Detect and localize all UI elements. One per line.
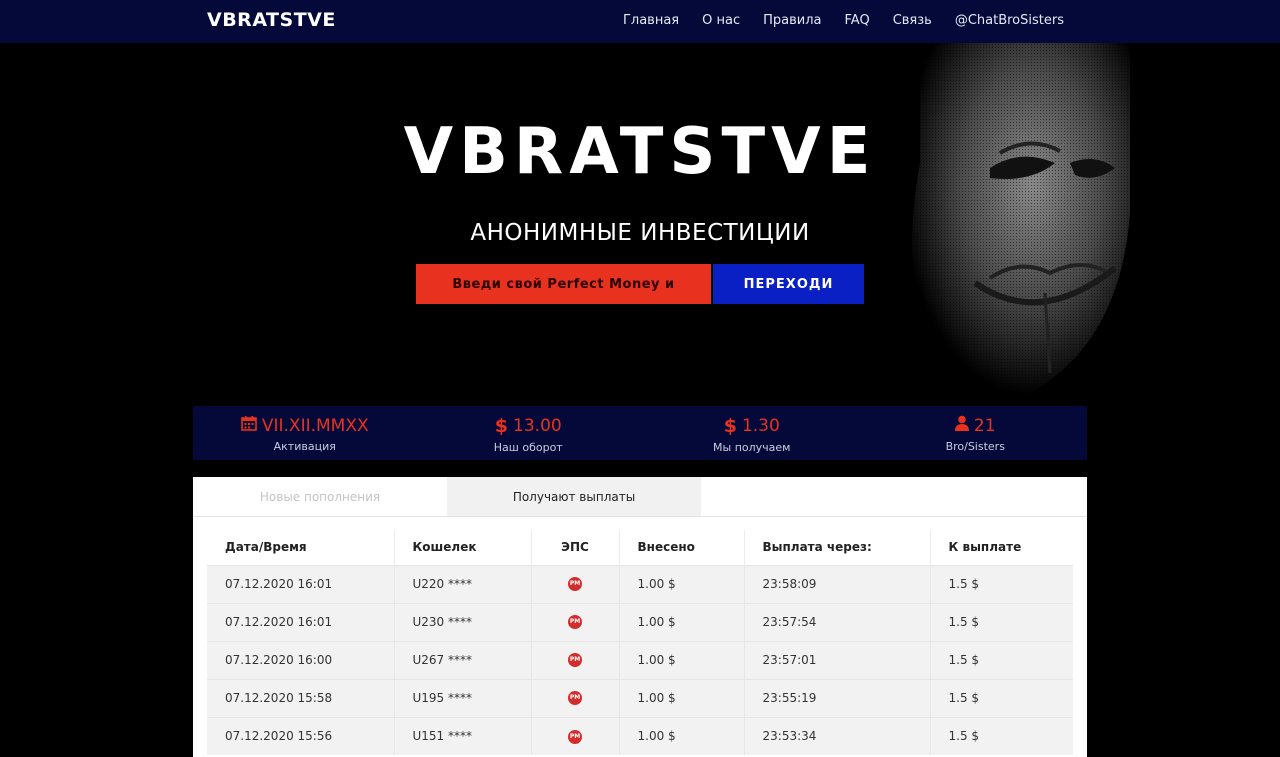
stat-value: 21: [973, 415, 996, 436]
nav-link-home[interactable]: Главная: [623, 13, 679, 28]
tab-bar: Новые пополнения Получают выплаты: [193, 477, 1087, 517]
cell-wallet: U151 ****: [394, 716, 532, 755]
cell-datetime: 07.12.2020 16:00: [207, 640, 395, 679]
stat-label: Наш оборот: [493, 441, 563, 454]
user-icon: [954, 415, 969, 436]
go-button[interactable]: ПЕРЕХОДИ: [713, 264, 864, 304]
perfect-money-icon: PM: [568, 653, 582, 668]
payouts-table: Дата/Время Кошелек ЭПС Внесено Выплата ч…: [207, 530, 1073, 755]
dollar-icon: $: [723, 415, 737, 437]
cell-datetime: 07.12.2020 16:01: [207, 564, 395, 603]
cell-eps: PM: [531, 564, 620, 603]
tab-payouts[interactable]: Получают выплаты: [447, 477, 701, 516]
perfect-money-icon: PM: [568, 691, 582, 706]
col-eps: ЭПС: [531, 530, 620, 565]
table-header-row: Дата/Время Кошелек ЭПС Внесено Выплата ч…: [207, 530, 1073, 565]
stat-value: VII.XII.MMXX: [261, 415, 369, 436]
cell-datetime: 07.12.2020 16:01: [207, 602, 395, 641]
hero-subtitle: АНОНИМНЫЕ ИНВЕСТИЦИИ: [470, 220, 810, 246]
table-row: 07.12.2020 15:58 U195 **** PM 1.00 $ 23:…: [207, 678, 1073, 717]
stat-members: 21 Bro/Sisters: [864, 406, 1088, 460]
stat-label: Мы получаем: [713, 441, 791, 454]
stats-bar: VII.XII.MMXX Активация $ 13.00 Наш оборо…: [193, 406, 1087, 460]
tab-new-deposits[interactable]: Новые пополнения: [193, 477, 447, 516]
cell-payout-in: 23:57:54: [744, 602, 931, 641]
cell-eps: PM: [531, 678, 620, 717]
stat-received: $ 1.30 Мы получаем: [640, 406, 864, 460]
col-datetime: Дата/Время: [207, 530, 395, 565]
cell-deposited: 1.00 $: [619, 602, 745, 641]
cell-deposited: 1.00 $: [619, 678, 745, 717]
transactions-panel: Новые пополнения Получают выплаты Дата/В…: [193, 477, 1087, 757]
col-deposited: Внесено: [619, 530, 745, 565]
table-row: 07.12.2020 15:56 U151 **** PM 1.00 $ 23:…: [207, 716, 1073, 755]
cell-to-pay: 1.5 $: [930, 640, 1073, 679]
cell-deposited: 1.00 $: [619, 716, 745, 755]
nav-link-rules[interactable]: Правила: [763, 13, 821, 28]
cell-payout-in: 23:58:09: [744, 564, 931, 603]
cell-eps: PM: [531, 716, 620, 755]
nav-link-about[interactable]: О нас: [702, 13, 740, 28]
dollar-icon: $: [494, 415, 509, 437]
top-navbar: VBRATSTVE Главная О нас Правила FAQ Связ…: [0, 0, 1280, 43]
col-payout-in: Выплата через:: [744, 530, 931, 565]
cell-payout-in: 23:55:19: [744, 678, 931, 717]
perfect-money-input[interactable]: [416, 264, 711, 304]
calendar-icon: [241, 415, 257, 436]
cell-eps: PM: [531, 602, 620, 641]
cell-payout-in: 23:53:34: [744, 716, 931, 755]
cell-deposited: 1.00 $: [619, 564, 745, 603]
perfect-money-icon: PM: [568, 577, 582, 592]
cell-datetime: 07.12.2020 15:56: [207, 716, 395, 755]
stat-value: 13.00: [513, 416, 562, 436]
stat-label: Активация: [273, 440, 336, 453]
perfect-money-icon: PM: [568, 615, 582, 630]
cell-to-pay: 1.5 $: [930, 716, 1073, 755]
stat-activation: VII.XII.MMXX Активация: [193, 406, 417, 460]
col-to-pay: К выплате: [948, 540, 1022, 555]
brand-logo[interactable]: VBRATSTVE: [207, 9, 336, 31]
perfect-money-icon: PM: [568, 729, 582, 744]
cell-to-pay: 1.5 $: [930, 602, 1073, 641]
cell-wallet: U220 ****: [394, 564, 532, 603]
nav-link-chat[interactable]: @ChatBroSisters: [955, 13, 1064, 28]
table-row: 07.12.2020 16:01 U220 **** PM 1.00 $ 23:…: [207, 564, 1073, 603]
cell-to-pay: 1.5 $: [930, 678, 1073, 717]
col-wallet: Кошелек: [394, 530, 532, 565]
nav-links: Главная О нас Правила FAQ Связь @ChatBro…: [600, 13, 1064, 28]
cell-eps: PM: [531, 640, 620, 679]
hero-title: VBRATSTVE: [403, 115, 877, 189]
stat-label: Bro/Sisters: [945, 440, 1005, 453]
cell-payout-in: 23:57:01: [744, 640, 931, 679]
nav-link-faq[interactable]: FAQ: [845, 13, 870, 28]
table-row: 07.12.2020 16:01 U230 **** PM 1.00 $ 23:…: [207, 602, 1073, 641]
hero-section: VBRATSTVE АНОНИМНЫЕ ИНВЕСТИЦИИ ПЕРЕХОДИ: [0, 43, 1280, 405]
cell-to-pay: 1.5 $: [930, 564, 1073, 603]
stat-value: 1.30: [741, 416, 780, 436]
stat-turnover: $ 13.00 Наш оборот: [417, 406, 641, 460]
cell-wallet: U230 ****: [394, 602, 532, 641]
nav-link-contact[interactable]: Связь: [893, 13, 932, 28]
cell-datetime: 07.12.2020 15:58: [207, 678, 395, 717]
cell-deposited: 1.00 $: [619, 640, 745, 679]
table-row: 07.12.2020 16:00 U267 **** PM 1.00 $ 23:…: [207, 640, 1073, 679]
cell-wallet: U195 ****: [394, 678, 532, 717]
cell-wallet: U267 ****: [394, 640, 532, 679]
